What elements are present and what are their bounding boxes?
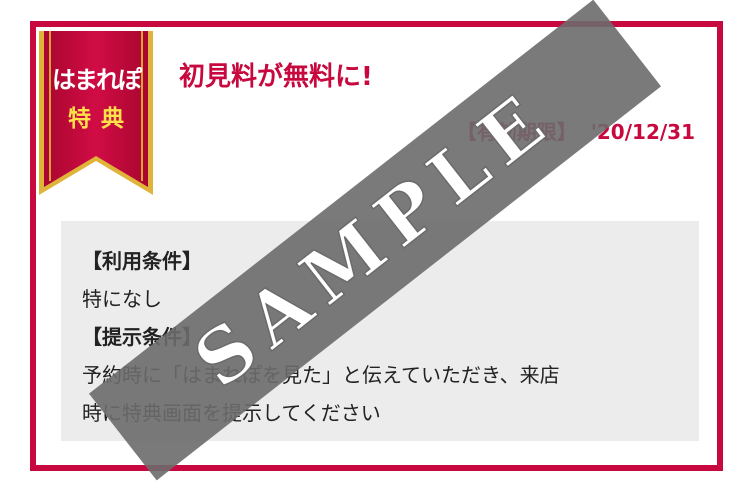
coupon-title: 初見料が無料に! [179, 62, 373, 92]
expiry-info: 【有効期限】 '20/12/31 [457, 116, 695, 145]
ribbon-brand-text: はまれぽ [52, 66, 142, 94]
conditions-panel: 【利用条件】 特になし 【提示条件】 予約時に「はまれぽを見た」と伝えていただき… [61, 221, 699, 441]
presentation-conditions-text-line1: 予約時に「はまれぽを見た」と伝えていただき、来店 [82, 363, 560, 387]
usage-conditions-heading: 【利用条件】 [82, 249, 202, 273]
usage-conditions-text: 特になし [82, 287, 162, 311]
expiry-label: 【有効期限】 [456, 120, 577, 144]
ribbon-privilege-label: 特典 [68, 106, 134, 132]
coupon-card: はまれぽ 特典 初見料が無料に! 【有効期限】 '20/12/31 【利用条件】 … [30, 21, 723, 471]
expiry-date: '20/12/31 [590, 120, 695, 144]
privilege-ribbon-badge: はまれぽ 特典 [39, 31, 153, 207]
presentation-conditions-text-line2: 時に特典画面を提示してください [82, 401, 381, 425]
presentation-conditions-heading: 【提示条件】 [82, 325, 202, 349]
